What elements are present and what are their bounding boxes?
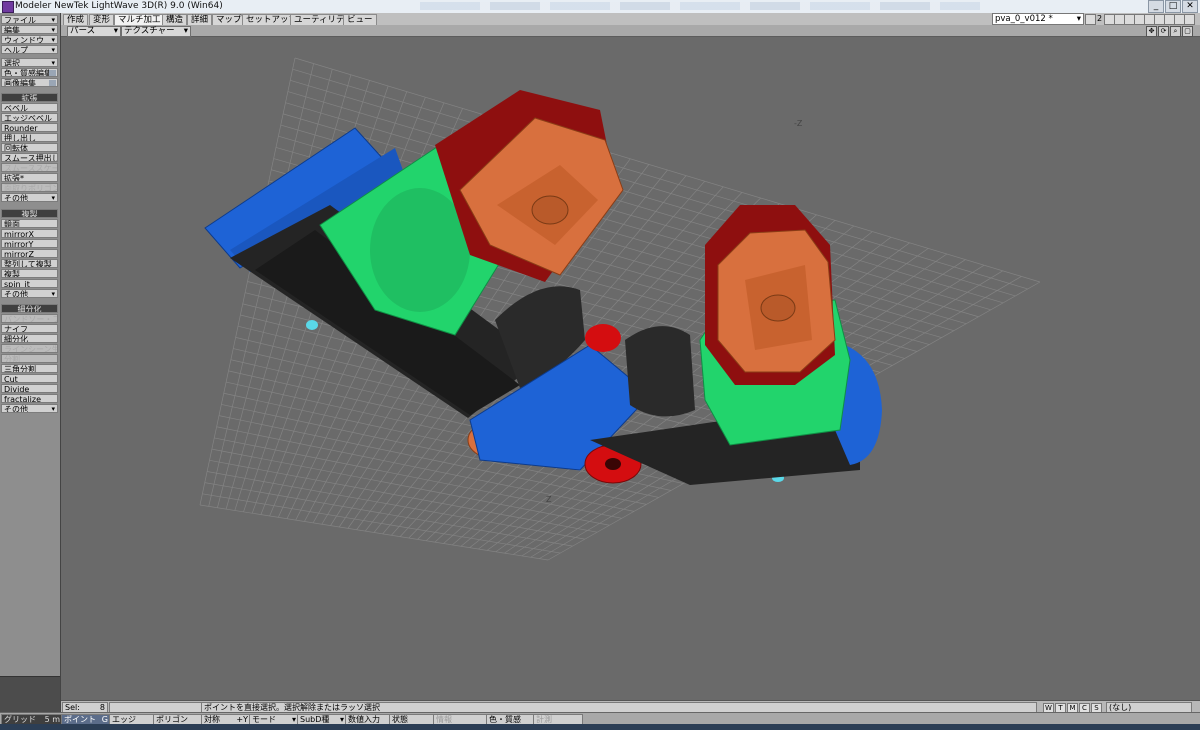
subd-label: SubD種 (300, 715, 330, 724)
view-mode-select[interactable]: パース ▾ (67, 26, 121, 37)
rounder-button[interactable]: Rounder (1, 123, 58, 132)
orange-boss (531, 195, 569, 225)
axis-label-back: -Z (794, 119, 803, 128)
red-wheel-hole (605, 458, 621, 470)
render-mode-value: テクスチャー (124, 26, 175, 36)
menu-edit[interactable]: 編集 (1, 25, 58, 34)
symmetry-axis: +Y (236, 715, 248, 724)
chevron-down-icon: ▾ (339, 715, 344, 724)
edge-bevel-button[interactable]: エッジベベル (1, 113, 58, 122)
taskbar-ghost (420, 2, 980, 10)
subdivide-button[interactable]: 細分化 (1, 334, 58, 343)
point-shortcut: G (101, 715, 108, 724)
subdivide-more-menu[interactable]: その他 (1, 404, 58, 413)
split-button[interactable]: 分割 (1, 354, 58, 363)
object-selector[interactable]: pva_0_v012 * ▾ (992, 13, 1084, 25)
fractalize-button[interactable]: fractalize (1, 394, 58, 403)
surface-editor-label: 色・質感編集 (4, 69, 52, 77)
spin-it-button[interactable]: spin_it (1, 279, 58, 288)
render-mode-select[interactable]: テクスチャー ▾ (121, 26, 191, 37)
layer-count: 2 (1097, 14, 1103, 23)
bevel-button[interactable]: ベベル (1, 103, 58, 112)
divide-button[interactable]: Divide (1, 384, 58, 393)
grid-line (207, 471, 585, 540)
subdivide-section-header: 細分化 (1, 304, 58, 313)
move-view-icon[interactable]: ✥ (1146, 26, 1157, 37)
perspective-viewport[interactable]: -Z Z (61, 37, 1200, 700)
viewport-header: パース ▾ テクスチャー ▾ ✥ ⟳ ⌕ ▢ (61, 25, 1200, 37)
maximize-button[interactable]: □ (1165, 0, 1181, 13)
point-label: ポイント (64, 715, 96, 724)
image-editor-label: 画像編集 (4, 79, 36, 87)
red-knob (585, 324, 621, 352)
os-taskbar (0, 724, 1200, 730)
cyan-pin-left (306, 320, 318, 330)
sel-count: 8 (99, 703, 105, 712)
rotate-view-icon[interactable]: ⟳ (1158, 26, 1169, 37)
maximize-view-icon[interactable]: ▢ (1182, 26, 1193, 37)
chevron-down-icon: ▾ (183, 26, 188, 36)
smooth-extrude-button[interactable]: スムース押出し (1, 153, 58, 162)
array-duplicate-button[interactable]: 整列して複製 (1, 259, 58, 268)
line-scene-button[interactable]: ラインシーン生成 (1, 344, 58, 353)
surface-value: (なし) (1109, 703, 1132, 712)
tool-sidebar: ファイル 編集 ウィンドウ ヘルプ 選択 色・質感編集 画像編集 拡張 ベベル … (0, 13, 61, 714)
shortcut-indicator (49, 70, 56, 76)
window-title: Modeler NewTek LightWave 3D(R) 9.0 (Win6… (15, 1, 223, 11)
triple-button[interactable]: 三角分割 (1, 364, 58, 373)
grid-label: グリッド (4, 715, 36, 724)
black-cylinder-right (625, 326, 695, 417)
image-editor-button[interactable]: 画像編集 (1, 78, 58, 87)
minimize-button[interactable]: _ (1148, 0, 1164, 13)
grid-value: 5 m (44, 715, 60, 724)
knife-button[interactable]: ナイフ (1, 324, 58, 333)
shortcut-indicator (49, 80, 56, 86)
extrude-button[interactable]: 押し出し (1, 133, 58, 142)
window-controls: _ □ ✕ (1147, 0, 1198, 13)
lathe-button[interactable]: 回転体 (1, 143, 58, 152)
cut-button[interactable]: Cut (1, 374, 58, 383)
extend-star-button[interactable]: 拡張* (1, 173, 58, 182)
axis-label-front: Z (546, 495, 552, 504)
chamfer-polygon-button[interactable]: 面取りポリゴン (1, 183, 58, 192)
sidebar-bottom-panel (0, 676, 60, 714)
select-menu[interactable]: 選択 (1, 58, 58, 67)
duplicate-section-header: 複製 (1, 209, 58, 218)
zoom-view-icon[interactable]: ⌕ (1170, 26, 1181, 37)
surface-editor-button[interactable]: 色・質感編集 (1, 68, 58, 77)
chevron-down-icon: ▾ (291, 715, 296, 724)
extend-section-header: 拡張 (1, 93, 58, 102)
mirror-y-button[interactable]: mirrorY (1, 239, 58, 248)
layer-button-9[interactable] (1184, 14, 1195, 25)
object-name: pva_0_v012 * (995, 14, 1053, 24)
view-mode-value: パース (70, 26, 96, 36)
viewport-canvas[interactable]: -Z Z (61, 37, 1200, 700)
menu-file[interactable]: ファイル (1, 15, 58, 24)
orange-boss-right (760, 294, 796, 322)
clone-button[interactable]: 複製 (1, 269, 58, 278)
app-icon (2, 1, 14, 13)
duplicate-more-menu[interactable]: その他 (1, 289, 58, 298)
symmetry-label: 対称 (204, 715, 220, 724)
extend-more-menu[interactable]: その他 (1, 193, 58, 202)
right-arm-assembly[interactable] (590, 205, 882, 485)
menu-window[interactable]: ウィンドウ (1, 35, 58, 44)
chevron-down-icon: ▾ (113, 26, 118, 36)
mirror-button[interactable]: 鏡面 (1, 219, 58, 228)
title-bar: Modeler NewTek LightWave 3D(R) 9.0 (Win6… (0, 0, 1200, 14)
mode-label: モード (252, 715, 276, 724)
bandsaw-pro-button[interactable]: バンドソー・プロ (1, 314, 58, 323)
close-button[interactable]: ✕ (1182, 0, 1198, 13)
menu-help[interactable]: ヘルプ (1, 45, 58, 54)
mirror-x-button[interactable]: mirrorX (1, 229, 58, 238)
layer-toggle-button[interactable] (1085, 14, 1096, 25)
smooth-scale-button[interactable]: スムーススケール (1, 163, 58, 172)
mirror-z-button[interactable]: mirrorZ (1, 249, 58, 258)
chevron-down-icon: ▾ (1076, 14, 1081, 24)
sel-label: Sel: (65, 703, 80, 712)
